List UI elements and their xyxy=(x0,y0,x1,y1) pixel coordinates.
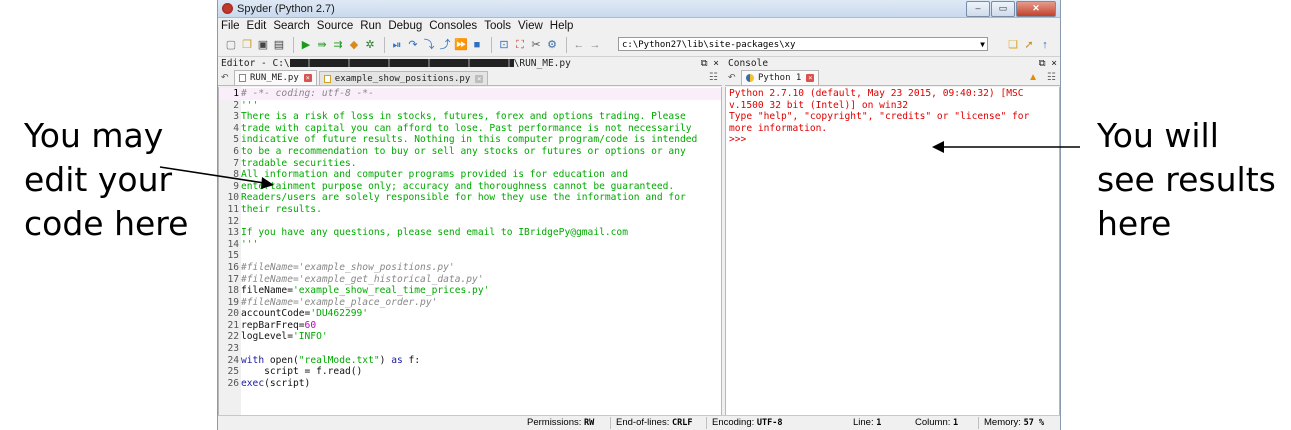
left-arrowhead xyxy=(261,177,274,189)
left-arrow-line xyxy=(159,166,272,185)
annotation-arrows xyxy=(159,141,1080,189)
right-arrowhead xyxy=(932,141,944,153)
